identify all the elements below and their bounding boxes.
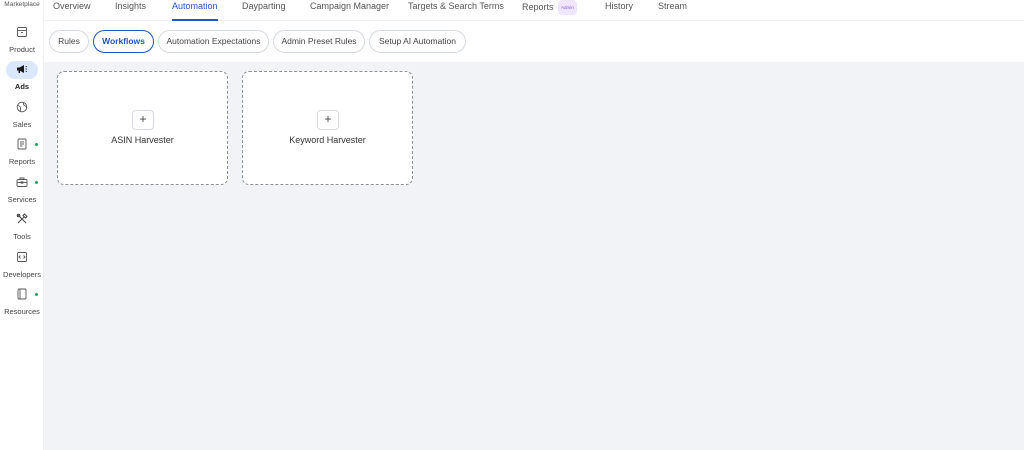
tab-history[interactable]: History bbox=[605, 0, 633, 21]
marketplace-label: Marketplace bbox=[4, 1, 40, 8]
sidebar-item-label: Reports bbox=[8, 157, 36, 166]
status-dot bbox=[35, 181, 38, 184]
sidebar-item-label: Sales bbox=[12, 120, 32, 129]
workflow-card-keyword-harvester[interactable]: + Keyword Harvester bbox=[242, 71, 413, 185]
briefcase-icon bbox=[6, 174, 38, 192]
sidebar-item-label: Developers bbox=[3, 270, 41, 279]
tab-stream[interactable]: Stream bbox=[658, 0, 687, 21]
sidebar: Marketplace Product Ads Sales Reports Se… bbox=[0, 0, 44, 450]
sidebar-item-label: Services bbox=[7, 195, 37, 204]
tab-reports-label: Reports bbox=[522, 2, 554, 12]
box-icon bbox=[6, 24, 38, 42]
workflow-card-asin-harvester[interactable]: + ASIN Harvester bbox=[57, 71, 228, 185]
workflow-card-title: Keyword Harvester bbox=[289, 135, 366, 145]
sidebar-item-label: Product bbox=[9, 45, 35, 54]
top-navigation: Overview Insights Automation Dayparting … bbox=[44, 0, 1024, 21]
tab-targets-search-terms[interactable]: Targets & Search Terms bbox=[408, 0, 504, 21]
workflows-panel: + ASIN Harvester + Keyword Harvester bbox=[44, 62, 1024, 450]
subtab-workflows[interactable]: Workflows bbox=[93, 30, 154, 53]
sidebar-item-resources[interactable]: Resources bbox=[0, 286, 44, 316]
globe-icon bbox=[6, 99, 38, 117]
tab-reports[interactable]: Reports Admin bbox=[522, 0, 577, 21]
book-icon bbox=[6, 286, 38, 304]
tools-icon bbox=[6, 211, 38, 229]
plus-icon[interactable]: + bbox=[132, 110, 154, 130]
sidebar-item-product[interactable]: Product bbox=[0, 24, 44, 54]
subtab-admin-preset-rules[interactable]: Admin Preset Rules bbox=[273, 30, 365, 53]
sidebar-item-label: Tools bbox=[13, 232, 31, 241]
document-icon bbox=[6, 136, 38, 154]
megaphone-icon bbox=[6, 61, 38, 79]
sidebar-item-developers[interactable]: Developers bbox=[0, 249, 44, 279]
sidebar-item-ads[interactable]: Ads bbox=[0, 61, 44, 91]
sidebar-item-label: Ads bbox=[14, 82, 30, 91]
workflow-card-title: ASIN Harvester bbox=[111, 135, 174, 145]
tab-automation[interactable]: Automation bbox=[172, 0, 218, 21]
subtab-setup-ai-automation[interactable]: Setup AI Automation bbox=[369, 30, 466, 53]
subtab-automation-expectations[interactable]: Automation Expectations bbox=[158, 30, 269, 53]
automation-subtabs: Rules Workflows Automation Expectations … bbox=[44, 22, 1024, 62]
status-dot bbox=[35, 293, 38, 296]
sidebar-item-services[interactable]: Services bbox=[0, 174, 44, 204]
tab-overview[interactable]: Overview bbox=[53, 0, 91, 21]
tab-campaign-manager[interactable]: Campaign Manager bbox=[310, 0, 389, 21]
sidebar-item-tools[interactable]: Tools bbox=[0, 211, 44, 241]
sidebar-item-sales[interactable]: Sales bbox=[0, 99, 44, 129]
code-icon bbox=[6, 249, 38, 267]
status-dot bbox=[35, 143, 38, 146]
sidebar-item-reports[interactable]: Reports bbox=[0, 136, 44, 166]
sidebar-item-label: Resources bbox=[4, 307, 40, 316]
admin-badge: Admin bbox=[558, 0, 577, 15]
plus-icon[interactable]: + bbox=[317, 110, 339, 130]
subtab-rules[interactable]: Rules bbox=[49, 30, 89, 53]
tab-dayparting[interactable]: Dayparting bbox=[242, 0, 286, 21]
tab-insights[interactable]: Insights bbox=[115, 0, 146, 21]
